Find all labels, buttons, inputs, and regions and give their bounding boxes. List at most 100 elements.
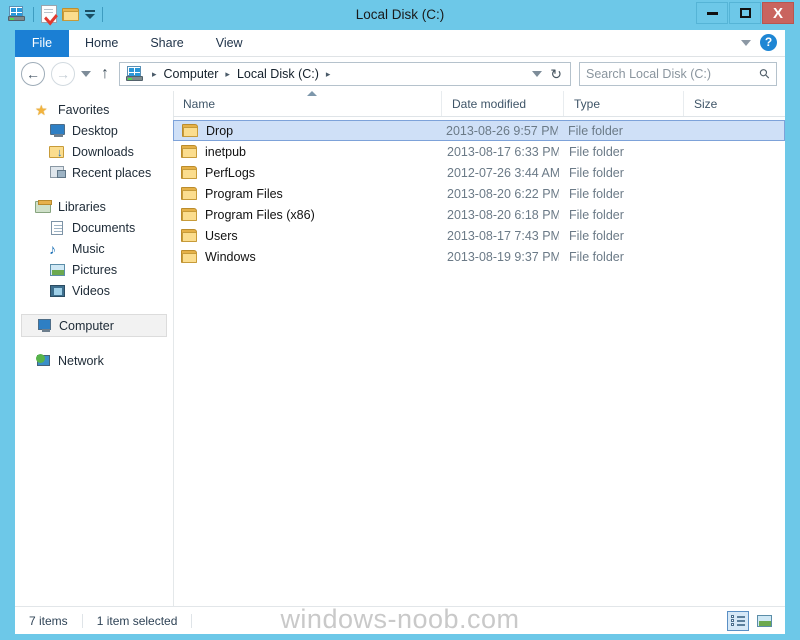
- sidebar-item-videos[interactable]: Videos: [15, 280, 173, 301]
- table-row[interactable]: Program Files 2013-08-20 6:22 PM File fo…: [173, 183, 785, 204]
- file-type: File folder: [569, 165, 624, 180]
- up-button[interactable]: ↑: [101, 65, 109, 83]
- column-header-date-modified[interactable]: Date modified: [441, 91, 563, 116]
- file-name: Users: [205, 228, 238, 243]
- breadcrumb-separator-1[interactable]: ▸: [221, 69, 234, 80]
- sidebar-label-computer: Computer: [59, 318, 114, 333]
- minimize-icon: [706, 11, 718, 15]
- title-bar: Local Disk (C:) X: [0, 0, 800, 30]
- file-type: File folder: [568, 123, 623, 138]
- back-button[interactable]: ←: [21, 62, 45, 86]
- search-placeholder: Search Local Disk (C:): [586, 67, 712, 81]
- table-row[interactable]: Windows 2013-08-19 9:37 PM File folder: [173, 246, 785, 267]
- file-name: Drop: [206, 123, 234, 138]
- breadcrumb-computer-icon: [126, 66, 144, 82]
- sidebar-item-documents[interactable]: Documents: [15, 217, 173, 238]
- file-date: 2012-07-26 3:44 AM: [447, 165, 559, 180]
- breadcrumb-separator-2[interactable]: ▸: [322, 69, 335, 80]
- breadcrumb-dropdown-icon[interactable]: [532, 71, 542, 77]
- breadcrumb-item-computer[interactable]: Computer: [161, 67, 222, 81]
- maximize-button[interactable]: [729, 2, 761, 24]
- recent-locations-icon[interactable]: [81, 71, 91, 77]
- sidebar-label-downloads: Downloads: [72, 144, 134, 159]
- tab-view[interactable]: View: [200, 30, 259, 57]
- downloads-icon: ↓: [49, 144, 66, 160]
- help-icon[interactable]: ?: [760, 34, 777, 51]
- file-type: File folder: [569, 228, 624, 243]
- file-type: File folder: [569, 249, 624, 264]
- explorer-body: ★ Favorites Desktop ↓ Downloads Recent p…: [15, 91, 785, 606]
- tab-home[interactable]: Home: [69, 30, 134, 57]
- sidebar-item-network[interactable]: Network: [15, 350, 173, 371]
- refresh-icon[interactable]: ↻: [550, 66, 562, 83]
- breadcrumb[interactable]: ▸ Computer ▸ Local Disk (C:) ▸ ↻: [119, 62, 571, 86]
- file-type: File folder: [569, 144, 624, 159]
- column-header-size[interactable]: Size: [683, 91, 763, 116]
- navigation-pane: ★ Favorites Desktop ↓ Downloads Recent p…: [15, 91, 174, 606]
- address-bar: ← → ↑ ▸ Computer ▸ Local Disk (C:) ▸ ↻ S…: [15, 57, 785, 91]
- sidebar-gap-3: [15, 337, 173, 350]
- sidebar-item-recent-places[interactable]: Recent places: [15, 162, 173, 183]
- column-headers: Name Date modified Type Size: [173, 91, 785, 117]
- sidebar-item-music[interactable]: ♪ Music: [15, 238, 173, 259]
- file-date: 2013-08-26 9:57 PM: [446, 123, 558, 138]
- table-row[interactable]: Drop 2013-08-26 9:57 PM File folder: [173, 120, 785, 141]
- minimize-button[interactable]: [696, 2, 728, 24]
- sidebar-label-documents: Documents: [72, 220, 136, 235]
- sidebar-gap-1: [15, 183, 173, 196]
- desktop-icon: [49, 123, 66, 139]
- sidebar-label-videos: Videos: [72, 283, 110, 298]
- documents-icon: [49, 220, 66, 236]
- explorer-window: Local Disk (C:) X File Home Share View ?…: [0, 0, 800, 640]
- sidebar-label-network: Network: [58, 353, 104, 368]
- sidebar-item-libraries[interactable]: Libraries: [15, 196, 173, 217]
- tab-share[interactable]: Share: [134, 30, 199, 57]
- column-header-type[interactable]: Type: [563, 91, 683, 116]
- network-icon: [35, 353, 52, 369]
- sidebar-label-recent-places: Recent places: [72, 165, 152, 180]
- file-list-pane: Name Date modified Type Size Drop 2013-0…: [173, 91, 785, 606]
- table-row[interactable]: inetpub 2013-08-17 6:33 PM File folder: [173, 141, 785, 162]
- tab-file[interactable]: File: [15, 30, 69, 57]
- file-date: 2013-08-19 9:37 PM: [447, 249, 559, 264]
- table-row[interactable]: Program Files (x86) 2013-08-20 6:18 PM F…: [173, 204, 785, 225]
- file-name: Windows: [205, 249, 256, 264]
- window-title: Local Disk (C:): [355, 7, 445, 22]
- close-button[interactable]: X: [762, 2, 794, 24]
- ribbon-tabs: File Home Share View: [15, 30, 785, 57]
- folder-icon: [181, 207, 198, 222]
- sidebar-item-desktop[interactable]: Desktop: [15, 120, 173, 141]
- sidebar-item-favorites[interactable]: ★ Favorites: [15, 99, 173, 120]
- recent-places-icon: [49, 165, 66, 181]
- computer-icon: [36, 318, 53, 334]
- sidebar-item-computer[interactable]: Computer: [21, 314, 167, 337]
- file-name: Program Files (x86): [205, 207, 315, 222]
- pictures-icon: [49, 262, 66, 278]
- file-date: 2013-08-17 6:33 PM: [447, 144, 559, 159]
- file-date: 2013-08-20 6:22 PM: [447, 186, 559, 201]
- folder-icon: [181, 228, 198, 243]
- table-row[interactable]: PerfLogs 2012-07-26 3:44 AM File folder: [173, 162, 785, 183]
- breadcrumb-separator-0[interactable]: ▸: [148, 69, 161, 80]
- file-name: Program Files: [205, 186, 283, 201]
- window-controls: X: [696, 2, 794, 24]
- sidebar-label-music: Music: [72, 241, 105, 256]
- breadcrumb-item-local-disk[interactable]: Local Disk (C:): [234, 67, 322, 81]
- folder-icon: [181, 249, 198, 264]
- file-date: 2013-08-20 6:18 PM: [447, 207, 559, 222]
- watermark: windows-noob.com: [280, 604, 520, 634]
- sidebar-item-pictures[interactable]: Pictures: [15, 259, 173, 280]
- file-date: 2013-08-17 7:43 PM: [447, 228, 559, 243]
- folder-icon: [181, 165, 198, 180]
- table-row[interactable]: Users 2013-08-17 7:43 PM File folder: [173, 225, 785, 246]
- music-icon: ♪: [49, 240, 56, 257]
- file-type: File folder: [569, 186, 624, 201]
- search-input[interactable]: Search Local Disk (C:) ⚲: [579, 62, 777, 86]
- close-icon: X: [772, 4, 783, 22]
- sidebar-item-downloads[interactable]: ↓ Downloads: [15, 141, 173, 162]
- sort-ascending-icon: [307, 91, 317, 96]
- forward-button[interactable]: →: [51, 62, 75, 86]
- chevron-down-icon[interactable]: [741, 39, 751, 46]
- videos-icon: [49, 283, 66, 299]
- folder-icon: [181, 144, 198, 159]
